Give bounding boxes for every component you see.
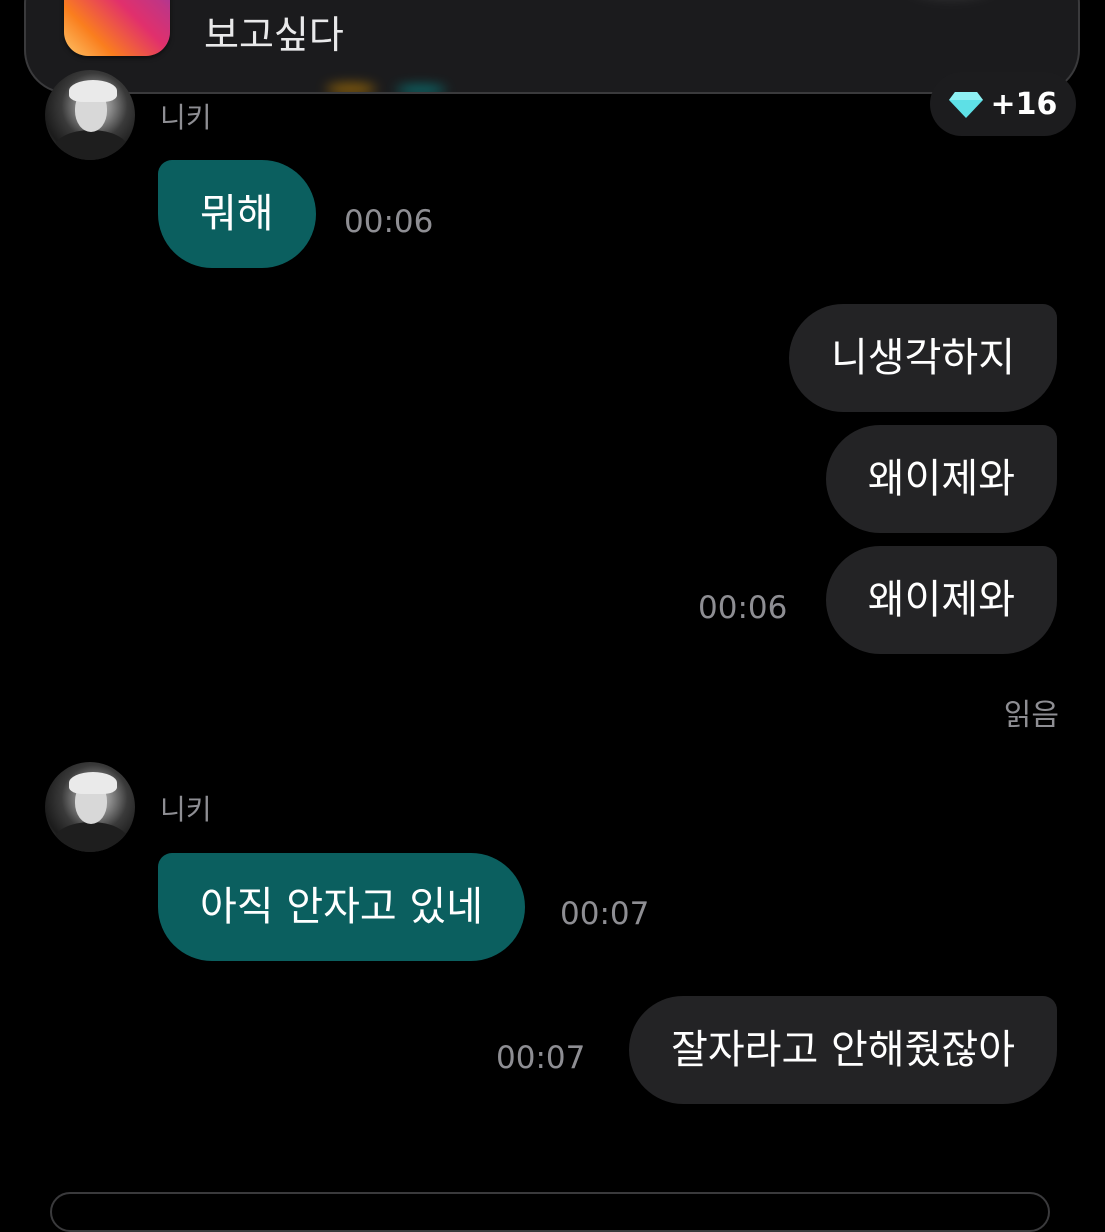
message-time: 00:06	[698, 590, 788, 626]
outgoing-message-bubble[interactable]: 왜이제와	[825, 546, 1057, 654]
outgoing-message-bubble[interactable]: 잘자라고 안해줬잖아	[629, 996, 1057, 1104]
blur-decoration	[396, 86, 446, 92]
incoming-message-bubble[interactable]: 뭐해	[158, 160, 316, 268]
outgoing-message-bubble[interactable]: 왜이제와	[825, 425, 1057, 533]
message-composer[interactable]	[50, 1192, 1050, 1232]
message-time: 00:07	[560, 896, 650, 932]
sender-name: 니키	[160, 101, 212, 134]
read-receipt: 읽음	[1003, 698, 1059, 733]
avatar[interactable]	[45, 70, 135, 160]
sender-name: 니키	[160, 793, 212, 826]
outgoing-message-bubble[interactable]: 니생각하지	[789, 304, 1057, 412]
instagram-icon	[64, 0, 170, 56]
notification-banner[interactable]: 보고싶다	[24, 0, 1080, 94]
diamond-icon	[948, 92, 983, 118]
blur-decoration	[326, 84, 376, 92]
message-time: 00:06	[344, 204, 434, 240]
incoming-message-bubble[interactable]: 아직 안자고 있네	[158, 853, 526, 961]
gem-count-badge[interactable]: +16	[930, 72, 1076, 136]
message-time: 00:07	[496, 1040, 586, 1076]
avatar[interactable]	[45, 762, 135, 852]
gem-count: +16	[990, 86, 1058, 122]
notification-message: 보고싶다	[204, 13, 344, 57]
